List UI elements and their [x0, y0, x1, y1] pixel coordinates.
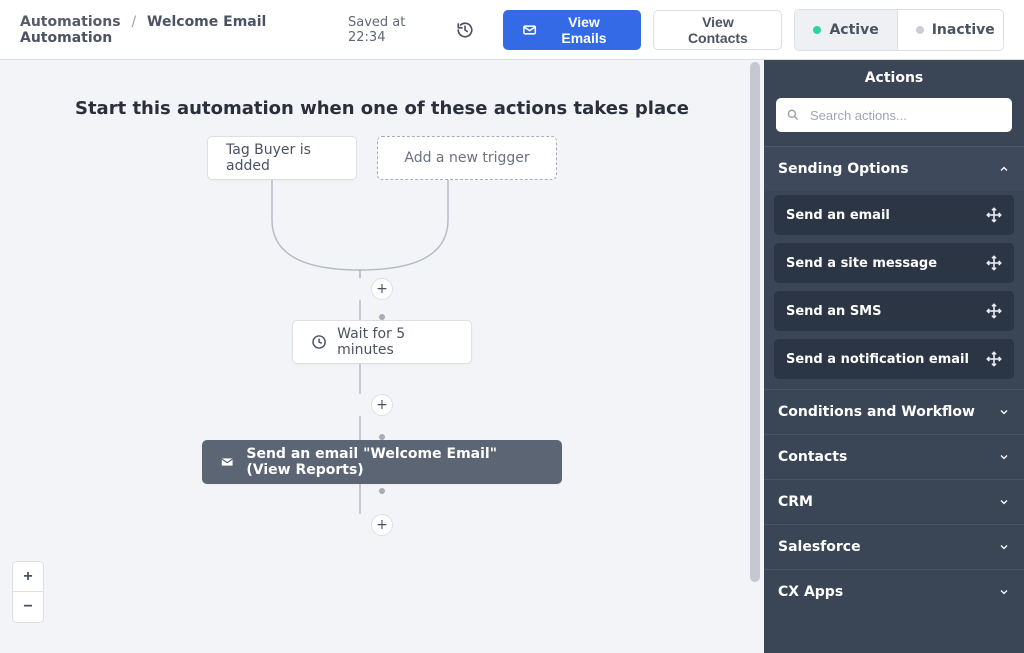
- trigger-row: Tag Buyer is added Add a new trigger: [0, 136, 764, 180]
- add-trigger-node[interactable]: Add a new trigger: [377, 136, 557, 180]
- category-contacts[interactable]: Contacts: [764, 434, 1024, 479]
- sending-options-items: Send an email Send a site message Send a…: [764, 191, 1024, 389]
- mail-icon: [522, 22, 537, 38]
- move-icon: [986, 207, 1002, 223]
- chevron-down-icon: [998, 451, 1010, 463]
- zoom-in-button[interactable]: +: [13, 562, 43, 592]
- status-inactive-label: Inactive: [932, 22, 995, 38]
- move-icon: [986, 303, 1002, 319]
- automation-canvas[interactable]: Start this automation when one of these …: [0, 60, 764, 653]
- status-active-toggle[interactable]: Active: [795, 10, 897, 50]
- action-label: Send an SMS: [786, 304, 881, 319]
- connector-dot: [379, 488, 385, 494]
- breadcrumb-section[interactable]: Automations: [20, 14, 121, 30]
- category-label: CX Apps: [778, 584, 843, 600]
- view-emails-label: View Emails: [546, 14, 623, 46]
- search-actions[interactable]: [776, 98, 1012, 132]
- chevron-down-icon: [998, 541, 1010, 553]
- category-crm[interactable]: CRM: [764, 479, 1024, 524]
- chevron-down-icon: [998, 586, 1010, 598]
- action-send-sms[interactable]: Send an SMS: [774, 291, 1014, 331]
- category-conditions[interactable]: Conditions and Workflow: [764, 389, 1024, 434]
- status-dot-grey: [916, 26, 924, 34]
- action-label: Send a notification email: [786, 352, 969, 367]
- send-email-label: Send an email "Welcome Email" (View Repo…: [246, 446, 544, 478]
- clock-icon: [311, 333, 327, 351]
- canvas-scrollbar[interactable]: [748, 60, 762, 653]
- status-active-label: Active: [829, 22, 878, 38]
- send-email-node[interactable]: Send an email "Welcome Email" (View Repo…: [202, 440, 562, 484]
- chevron-down-icon: [998, 406, 1010, 418]
- action-send-email[interactable]: Send an email: [774, 195, 1014, 235]
- trigger-node[interactable]: Tag Buyer is added: [207, 136, 357, 180]
- status-dot-green: [813, 26, 821, 34]
- breadcrumb-separator: /: [131, 14, 136, 30]
- header-bar: Automations / Welcome Email Automation S…: [0, 0, 1024, 60]
- view-contacts-button[interactable]: View Contacts: [653, 10, 782, 50]
- view-contacts-label: View Contacts: [672, 14, 763, 46]
- add-trigger-label: Add a new trigger: [404, 150, 529, 166]
- action-send-notification-email[interactable]: Send a notification email: [774, 339, 1014, 379]
- chevron-down-icon: [998, 496, 1010, 508]
- zoom-out-button[interactable]: −: [13, 592, 43, 622]
- view-emails-button[interactable]: View Emails: [503, 10, 641, 50]
- wait-node-label: Wait for 5 minutes: [337, 326, 453, 358]
- category-label: CRM: [778, 494, 813, 510]
- status-inactive-toggle[interactable]: Inactive: [898, 10, 1004, 50]
- chevron-up-icon: [998, 163, 1010, 175]
- category-label: Salesforce: [778, 539, 861, 555]
- saved-status: Saved at 22:34: [348, 15, 443, 45]
- action-send-site-message[interactable]: Send a site message: [774, 243, 1014, 283]
- category-label: Contacts: [778, 449, 847, 465]
- category-cx-apps[interactable]: CX Apps: [764, 569, 1024, 614]
- category-label: Sending Options: [778, 161, 909, 177]
- add-step-button-2[interactable]: +: [371, 394, 393, 416]
- category-sending-options[interactable]: Sending Options: [764, 146, 1024, 191]
- history-icon[interactable]: [453, 17, 478, 43]
- category-label: Conditions and Workflow: [778, 404, 975, 420]
- wait-node[interactable]: Wait for 5 minutes: [292, 320, 472, 364]
- status-toggle: Active Inactive: [794, 9, 1004, 51]
- move-icon: [986, 255, 1002, 271]
- actions-sidebar: Actions Sending Options Send an email Se…: [764, 60, 1024, 653]
- search-input[interactable]: [808, 107, 1002, 124]
- search-icon: [786, 108, 800, 122]
- canvas-heading: Start this automation when one of these …: [0, 98, 764, 119]
- move-icon: [986, 351, 1002, 367]
- add-step-button-3[interactable]: +: [371, 514, 393, 536]
- trigger-node-label: Tag Buyer is added: [226, 142, 338, 174]
- sidebar-title: Actions: [764, 60, 1024, 98]
- mail-icon: [220, 453, 234, 471]
- add-step-button-1[interactable]: +: [371, 278, 393, 300]
- breadcrumb: Automations / Welcome Email Automation: [20, 14, 348, 46]
- zoom-controls: + −: [12, 561, 44, 623]
- action-label: Send an email: [786, 208, 890, 223]
- scrollbar-thumb[interactable]: [750, 62, 760, 582]
- action-label: Send a site message: [786, 256, 937, 271]
- category-salesforce[interactable]: Salesforce: [764, 524, 1024, 569]
